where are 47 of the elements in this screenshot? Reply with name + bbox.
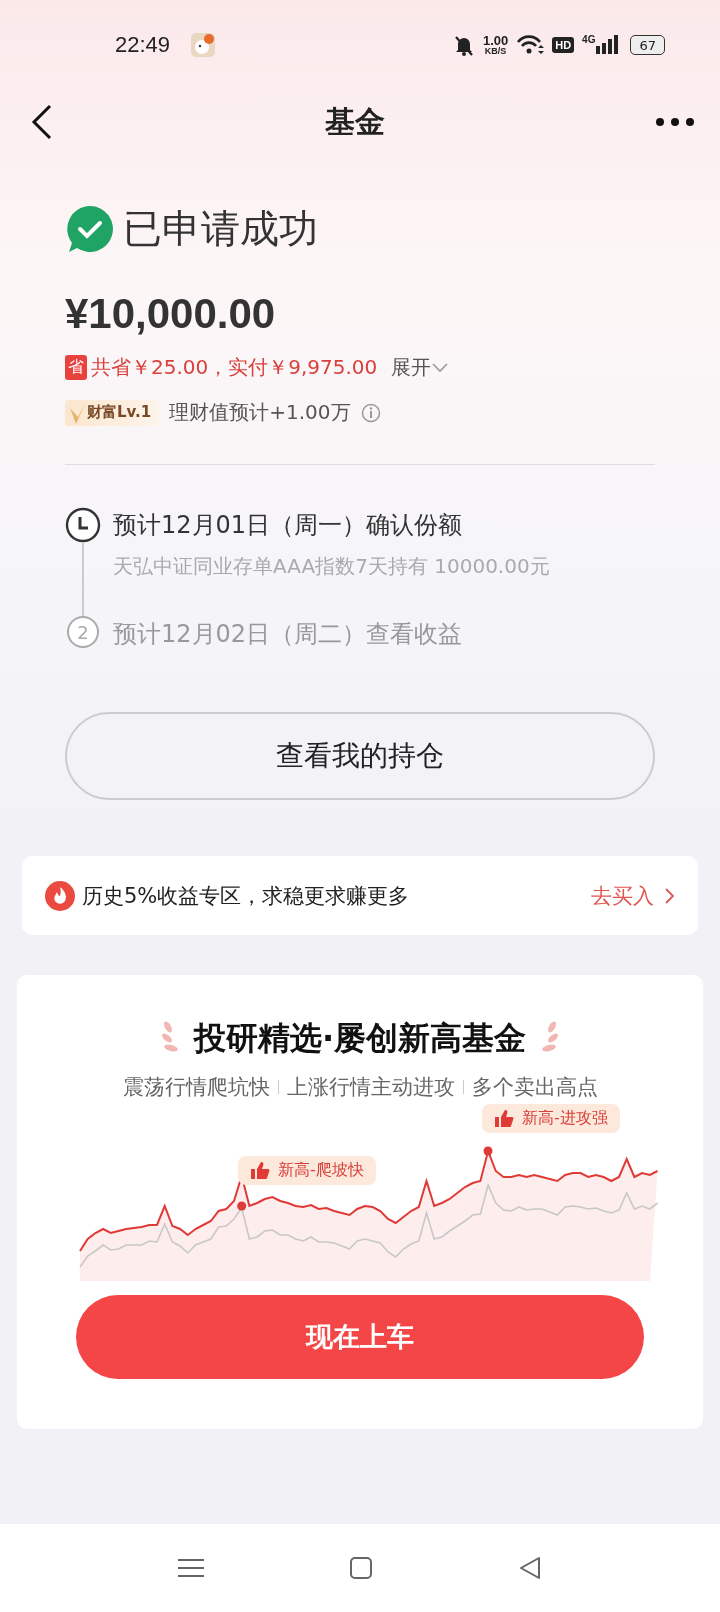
step-detail: 天弘中证同业存单AAA指数7天持有 10000.00元 — [113, 553, 550, 580]
peak-marker — [237, 1201, 247, 1211]
feature-tag: 震荡行情爬坑快 — [122, 1073, 270, 1101]
speed-unit: KB/S — [484, 47, 507, 56]
clock-icon — [65, 507, 101, 543]
thumbs-up-icon — [494, 1109, 514, 1128]
clock-time: 22:49 — [115, 32, 171, 58]
mute-bell-icon — [452, 34, 475, 56]
board-now-button[interactable]: 现在上车 — [76, 1295, 644, 1379]
chart-callout: 新高-进攻强 — [482, 1104, 620, 1133]
success-title: 已申请成功 — [123, 205, 318, 253]
feature-title: 投研精选·屡创新高基金 — [193, 1018, 527, 1059]
savings-text: 共省￥25.00，实付￥9,975.00 — [91, 354, 378, 381]
page-title: 基金 — [324, 102, 385, 141]
promo-text: 历史5%收益专区，求稳更求赚更多 — [82, 882, 411, 910]
menu-icon[interactable] — [178, 1557, 204, 1579]
peak-marker — [483, 1146, 493, 1156]
step-title: 预计12月01日（周一）确认份额 — [113, 510, 464, 541]
chart-callout: 新高-爬坡快 — [238, 1156, 376, 1185]
savings-badge: 省 — [65, 355, 87, 380]
feature-tag: 上涨行情主动进攻 — [286, 1073, 455, 1101]
expand-link[interactable]: 展开 — [391, 354, 450, 381]
battery-indicator: 67 — [630, 35, 665, 55]
promo-card[interactable]: 历史5%收益专区，求稳更求赚更多 去买入 — [22, 856, 698, 935]
buy-link[interactable]: 去买入 — [591, 881, 676, 910]
app-notification-icon — [190, 32, 217, 58]
success-check-icon — [65, 204, 115, 254]
step-title: 预计12月02日（周二）查看收益 — [113, 619, 463, 650]
home-icon[interactable] — [349, 1556, 373, 1580]
wifi-icon — [516, 34, 545, 56]
chevron-down-icon — [431, 361, 450, 374]
network-type: 4G — [582, 34, 596, 45]
hd-badge: HD — [552, 37, 575, 53]
network-speed: 1.00 — [482, 34, 509, 47]
flame-icon — [44, 879, 76, 912]
feature-tag: 多个卖出高点 — [471, 1073, 598, 1101]
amount-text: ¥10,000.00 — [65, 290, 277, 338]
level-badge: 财富Lv.1 — [65, 399, 160, 426]
wealth-estimate-text: 理财值预计+1.00万 — [169, 399, 351, 426]
signal-icon — [596, 34, 619, 56]
step-number: 2 — [67, 616, 99, 648]
info-icon[interactable] — [360, 402, 381, 423]
chevron-right-icon — [664, 886, 676, 905]
more-icon[interactable] — [655, 117, 695, 127]
view-holdings-button[interactable]: 查看我的持仓 — [65, 712, 655, 800]
thumbs-up-icon — [250, 1161, 270, 1180]
back-icon[interactable] — [30, 104, 54, 140]
